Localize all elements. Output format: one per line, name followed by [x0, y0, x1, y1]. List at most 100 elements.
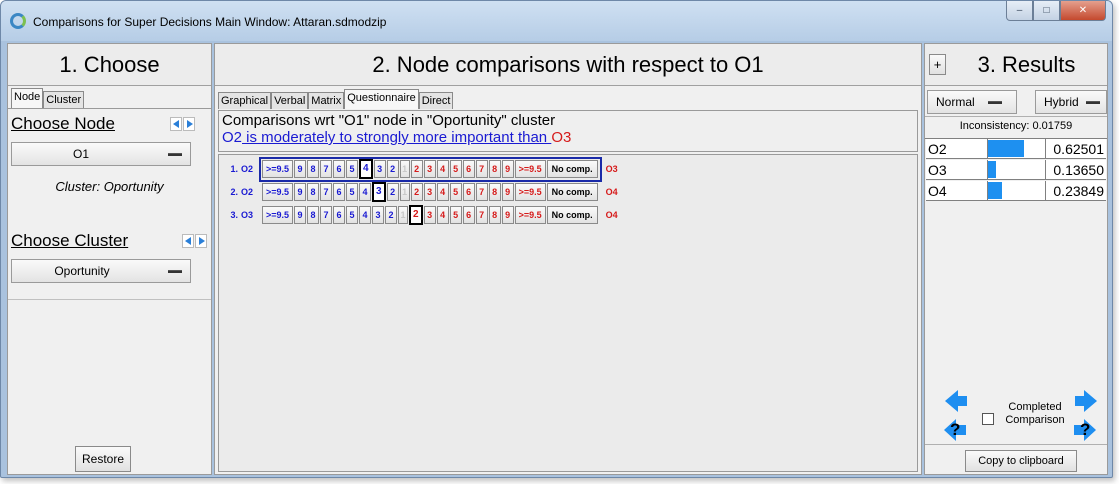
node-cluster-text: Cluster: Oportunity [55, 179, 164, 194]
scale-cell-right[interactable]: 9 [501, 159, 514, 178]
tab-verbal[interactable]: Verbal [271, 92, 309, 109]
scale-cell-right[interactable]: 7 [475, 182, 488, 201]
minimize-button[interactable]: – [1006, 1, 1033, 21]
next-inconsistent-help-icon[interactable]: ? [1073, 418, 1097, 442]
tab-graphical[interactable]: Graphical [218, 92, 272, 109]
scale-cell-right[interactable]: 4 [436, 182, 449, 201]
result-row: O2 0.62501 [926, 139, 1106, 159]
scale-cell-right[interactable]: 2 [409, 204, 423, 225]
scale-cell-right[interactable]: 8 [488, 159, 501, 178]
scale-cell-left[interactable]: 7 [320, 205, 333, 224]
scale-cell-equal[interactable]: 1 [398, 205, 409, 224]
copy-to-clipboard-button[interactable]: Copy to clipboard [965, 450, 1077, 472]
divider [925, 444, 1107, 445]
scale-cell-right[interactable]: 6 [462, 159, 475, 178]
scale-cell-left[interactable]: 7 [320, 159, 333, 178]
scale-cell-left[interactable]: 5 [346, 182, 359, 201]
no-comparison-button[interactable]: No comp. [546, 205, 598, 224]
node-dropdown[interactable]: O1 [11, 142, 191, 166]
scale-cell-right[interactable]: 5 [449, 205, 462, 224]
scale-cell-right[interactable]: 3 [423, 182, 436, 201]
scale-cell-right[interactable]: >=9.5 [514, 205, 546, 224]
restore-button[interactable]: Restore [75, 446, 131, 472]
scale-cell-left[interactable]: 8 [307, 182, 320, 201]
scale-cell-right[interactable]: 4 [436, 159, 449, 178]
scale-cell-left[interactable]: 7 [320, 182, 333, 201]
scale-cell-right[interactable]: 3 [423, 205, 436, 224]
scale-cell-right[interactable]: 6 [462, 182, 475, 201]
row-left-node: O3 [241, 210, 254, 220]
prev-cluster-arrow-icon[interactable] [182, 234, 194, 248]
next-comparison-arrow-icon[interactable] [1073, 388, 1099, 414]
no-comparison-button[interactable]: No comp. [546, 182, 598, 201]
scale-cell-right[interactable]: 7 [475, 159, 488, 178]
scale-cell-left[interactable]: 9 [294, 159, 307, 178]
comparison-mode-tabs: Graphical Verbal Matrix Questionnaire Di… [215, 89, 921, 109]
scale-cell-left[interactable]: 3 [372, 205, 385, 224]
close-button[interactable]: ✕ [1060, 1, 1106, 21]
scale-cell-left[interactable]: >=9.5 [262, 182, 294, 201]
completed-label-line2: Comparison [1005, 414, 1065, 426]
scale-cell-left[interactable]: 5 [346, 205, 359, 224]
expand-button[interactable]: + [929, 54, 946, 75]
scale-cell-left[interactable]: >=9.5 [262, 205, 294, 224]
cluster-dropdown[interactable]: Oportunity [11, 259, 191, 283]
app-window: Comparisons for Super Decisions Main Win… [0, 0, 1113, 478]
tab-questionnaire[interactable]: Questionnaire [344, 89, 419, 109]
scale-cell-right[interactable]: 8 [488, 205, 501, 224]
scale-cell-left[interactable]: 6 [333, 205, 346, 224]
scale-cell-equal[interactable]: 1 [399, 182, 410, 201]
prev-inconsistent-help-icon[interactable]: ? [943, 418, 967, 442]
scale-cell-right[interactable]: 5 [449, 159, 462, 178]
scale-cell-equal[interactable]: 1 [399, 159, 410, 178]
scale-cell-left[interactable]: 8 [307, 159, 320, 178]
title-bar[interactable]: Comparisons for Super Decisions Main Win… [1, 1, 1112, 41]
scale-cell-left[interactable]: 2 [385, 205, 398, 224]
scale-cell-left[interactable]: 8 [307, 205, 320, 224]
no-comparison-button[interactable]: No comp. [546, 159, 598, 178]
scale-cell-right[interactable]: >=9.5 [514, 159, 546, 178]
scale-cell-left[interactable]: 6 [333, 159, 346, 178]
scale-cell-left[interactable]: 2 [386, 182, 399, 201]
scale-cell-left[interactable]: 5 [346, 159, 359, 178]
scale-cell-right[interactable]: 8 [488, 182, 501, 201]
scale-cell-right[interactable]: 4 [436, 205, 449, 224]
scale-cell-right[interactable]: 2 [410, 159, 423, 178]
scale-cell-left[interactable]: 4 [359, 182, 372, 201]
next-node-arrow-icon[interactable] [183, 117, 195, 131]
scale-cell-left[interactable]: 4 [359, 158, 373, 179]
next-cluster-arrow-icon[interactable] [195, 234, 207, 248]
tab-node[interactable]: Node [11, 88, 44, 108]
hybrid-dropdown[interactable]: Hybrid [1035, 90, 1107, 114]
normal-dropdown[interactable]: Normal [927, 90, 1017, 114]
scale-cell-right[interactable]: 9 [501, 205, 514, 224]
completed-comparison-label: Completed Comparison [997, 401, 1073, 427]
tab-cluster[interactable]: Cluster [43, 91, 85, 108]
scale-cell-right[interactable]: 3 [423, 159, 436, 178]
scale-cell-left[interactable]: 2 [386, 159, 399, 178]
scale-cell-left[interactable]: 3 [373, 159, 386, 178]
scale-cell-right[interactable]: 9 [501, 182, 514, 201]
row-left-node: O2 [241, 164, 254, 174]
scale-cell-right[interactable]: 7 [475, 205, 488, 224]
window-title: Comparisons for Super Decisions Main Win… [33, 15, 387, 29]
scale-cell-left[interactable]: 3 [372, 181, 386, 202]
scale-cell-left[interactable]: 9 [294, 182, 307, 201]
completed-comparison-checkbox[interactable] [982, 413, 994, 425]
prev-node-arrow-icon[interactable] [170, 117, 182, 131]
judgment-right-node: O3 [551, 129, 572, 146]
scale-cell-left[interactable]: 4 [359, 205, 372, 224]
tab-matrix[interactable]: Matrix [308, 92, 345, 109]
tab-direct[interactable]: Direct [418, 92, 454, 109]
scale-cell-right[interactable]: 5 [449, 182, 462, 201]
prev-comparison-arrow-icon[interactable] [943, 388, 969, 414]
scale-cell-right[interactable]: 6 [462, 205, 475, 224]
scale-cell-left[interactable]: 6 [333, 182, 346, 201]
scale-cell-left[interactable]: 9 [294, 205, 307, 224]
maximize-button[interactable]: □ [1033, 1, 1060, 21]
result-bar [988, 160, 1046, 179]
scale-cell-left[interactable]: >=9.5 [262, 159, 294, 178]
scale-cell-right[interactable]: 2 [410, 182, 423, 201]
scale-cell-right[interactable]: >=9.5 [514, 182, 546, 201]
node-nav [170, 117, 195, 131]
